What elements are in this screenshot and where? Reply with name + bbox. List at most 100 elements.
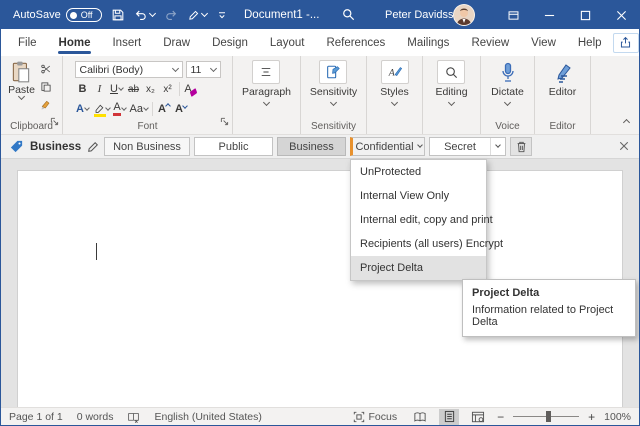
word-window: AutoSave Off: [0, 0, 640, 426]
tab-home[interactable]: Home: [48, 29, 102, 56]
tab-mailings[interactable]: Mailings: [396, 29, 460, 56]
remove-sensitivity-button[interactable]: [510, 137, 532, 156]
save-button[interactable]: [111, 8, 125, 22]
search-button[interactable]: [341, 7, 356, 25]
styles-button[interactable]: A Styles: [380, 60, 409, 118]
redo-button[interactable]: [164, 8, 178, 22]
sensitivity-option-public[interactable]: Public: [194, 137, 273, 156]
tab-references[interactable]: References: [315, 29, 396, 56]
subscript-button[interactable]: x₂: [143, 81, 159, 98]
sensitivity-option-business[interactable]: Business: [277, 137, 346, 156]
clipboard-dialog-launcher[interactable]: [50, 113, 59, 131]
bold-button[interactable]: B: [75, 81, 91, 98]
zoom-out-button[interactable]: −: [497, 410, 504, 424]
share-button[interactable]: [613, 33, 639, 53]
confidential-dropdown-menu: UnProtected Internal View Only Internal …: [350, 159, 487, 281]
editor-group: Editor Editor: [535, 56, 591, 134]
tab-help[interactable]: Help: [567, 29, 613, 56]
ribbon-empty-space: [591, 56, 639, 134]
sensitivity-option-non-business[interactable]: Non Business: [104, 137, 190, 156]
tab-insert[interactable]: Insert: [101, 29, 152, 56]
dictate-button[interactable]: Dictate: [491, 60, 524, 118]
read-mode-icon: [413, 411, 427, 423]
editing-button[interactable]: Editing: [435, 60, 467, 118]
ribbon-display-options-button[interactable]: [495, 1, 531, 29]
menu-item-recipients-encrypt[interactable]: Recipients (all users) Encrypt: [351, 232, 486, 256]
styles-label: Styles: [380, 86, 409, 99]
web-layout-button[interactable]: [468, 409, 488, 425]
word-count[interactable]: 0 words: [77, 411, 114, 423]
avatar[interactable]: [453, 4, 475, 26]
print-layout-button[interactable]: [439, 409, 459, 425]
font-name-select[interactable]: Calibri (Body): [75, 61, 183, 78]
maximize-button[interactable]: [567, 1, 603, 29]
minimize-button[interactable]: [531, 1, 567, 29]
font-group-label: Font: [63, 118, 232, 134]
page-indicator[interactable]: Page 1 of 1: [9, 411, 63, 423]
close-sensitivity-bar-button[interactable]: [619, 140, 629, 153]
editing-label: Editing: [435, 86, 467, 99]
font-dialog-launcher[interactable]: [220, 113, 229, 131]
zoom-level[interactable]: 100%: [604, 411, 631, 423]
find-icon: [444, 65, 459, 80]
copy-button[interactable]: [38, 79, 55, 94]
avatar-image: [454, 5, 474, 25]
autosave-switch[interactable]: Off: [66, 8, 102, 22]
zoom-slider[interactable]: [513, 416, 579, 417]
sensitivity-button[interactable]: Sensitivity: [310, 60, 357, 118]
focus-mode-button[interactable]: Focus: [353, 411, 398, 423]
proofing-status-button[interactable]: [127, 411, 140, 423]
text-effects-button[interactable]: A: [75, 101, 91, 118]
zoom-in-button[interactable]: +: [588, 410, 595, 424]
grow-font-button[interactable]: A: [156, 101, 172, 118]
sensitivity-option-secret[interactable]: Secret: [429, 137, 506, 156]
divider: [152, 102, 153, 116]
tab-view[interactable]: View: [520, 29, 567, 56]
tab-file[interactable]: File: [7, 29, 48, 56]
dialog-launcher-icon: [50, 117, 59, 126]
tab-review[interactable]: Review: [460, 29, 520, 56]
format-painter-button[interactable]: [38, 97, 55, 112]
font-color-button[interactable]: A: [112, 101, 128, 118]
menu-item-internal-view-only[interactable]: Internal View Only: [351, 184, 486, 208]
italic-button[interactable]: I: [92, 81, 108, 98]
underline-button[interactable]: U: [109, 81, 125, 98]
tab-layout[interactable]: Layout: [259, 29, 316, 56]
editor-button[interactable]: Editor: [549, 60, 576, 118]
cut-button[interactable]: [38, 61, 55, 76]
tab-draw[interactable]: Draw: [152, 29, 201, 56]
undo-button[interactable]: [134, 8, 155, 22]
focus-label: Focus: [369, 411, 398, 423]
collapse-ribbon-button[interactable]: [624, 112, 629, 130]
sensitivity-button-face: [319, 60, 347, 84]
edit-pencil-icon[interactable]: [87, 141, 99, 153]
zoom-slider-handle[interactable]: [546, 411, 551, 422]
chevron-down-icon: [391, 99, 398, 106]
font-size-select[interactable]: 11: [186, 61, 221, 78]
text-highlight-button[interactable]: [92, 101, 111, 118]
menu-item-project-delta[interactable]: Project Delta: [351, 256, 486, 280]
menu-item-internal-edit-copy-print[interactable]: Internal edit, copy and print: [351, 208, 486, 232]
customize-toolbar-button[interactable]: [216, 9, 228, 21]
paragraph-group-label: [233, 118, 300, 134]
voice-group-label: Voice: [481, 118, 534, 134]
read-mode-button[interactable]: [410, 409, 430, 425]
paragraph-button[interactable]: Paragraph: [242, 60, 291, 118]
superscript-button[interactable]: x²: [160, 81, 176, 98]
paste-button[interactable]: Paste: [8, 60, 35, 118]
shrink-font-button[interactable]: A: [173, 101, 189, 118]
draw-pen-button[interactable]: [187, 9, 207, 22]
sensitivity-option-confidential[interactable]: Confidential: [350, 137, 425, 156]
editing-group: Editing: [423, 56, 481, 134]
close-button[interactable]: [603, 1, 639, 29]
tab-design[interactable]: Design: [201, 29, 259, 56]
chevron-down-icon: [504, 99, 511, 106]
clear-formatting-button[interactable]: A: [183, 81, 199, 98]
strikethrough-button[interactable]: ab: [126, 81, 142, 98]
chevron-down-icon: [171, 64, 178, 71]
language-status[interactable]: English (United States): [154, 411, 261, 423]
menu-item-unprotected[interactable]: UnProtected: [351, 160, 486, 184]
change-case-button[interactable]: Aa: [129, 101, 149, 118]
autosave-toggle[interactable]: AutoSave Off: [13, 8, 102, 22]
secret-dropdown-arrow[interactable]: [490, 138, 505, 155]
